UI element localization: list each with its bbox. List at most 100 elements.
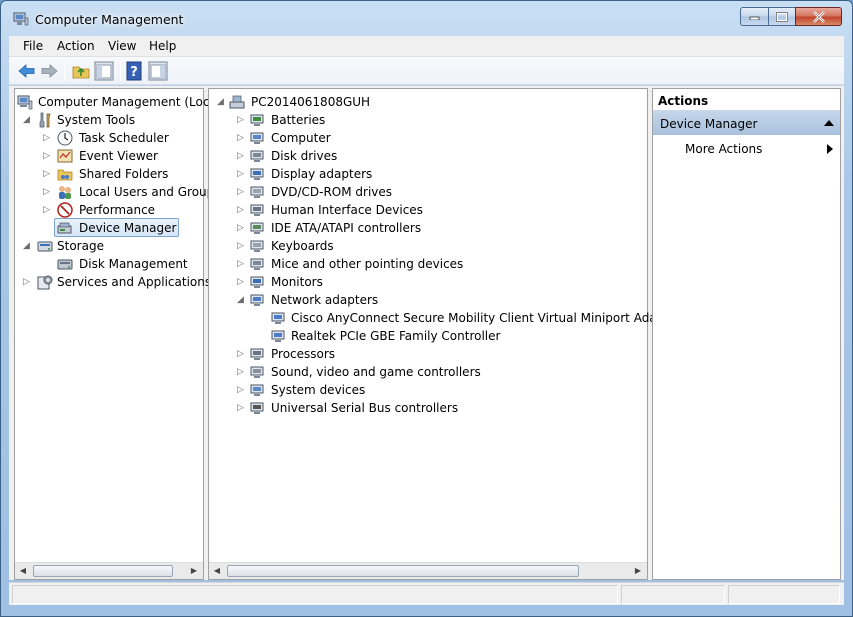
horizontal-scrollbar[interactable]: ◀ ▶ (15, 562, 203, 579)
submenu-arrow-icon[interactable] (827, 144, 833, 154)
tools-icon (39, 112, 51, 128)
window-title: Computer Management (35, 12, 184, 27)
close-button[interactable] (795, 7, 842, 26)
tree-label: Computer Management (Local (38, 95, 221, 109)
computer-icon (229, 95, 245, 109)
menu-bar: File Action View Help (9, 36, 844, 57)
tree-label: Storage (57, 239, 104, 253)
tree-label: Task Scheduler (79, 131, 169, 145)
expand-arrow-icon[interactable]: ▷ (237, 349, 246, 359)
menu-view[interactable]: View (108, 39, 136, 53)
horizontal-scrollbar[interactable]: ◀ ▶ (209, 562, 647, 579)
status-cell (621, 585, 725, 604)
device-tree-pane: ◢ PC2014061808GUH ▷ Batteries ▷ Computer ▷ Di… (208, 88, 697, 580)
expand-arrow-icon[interactable]: ▷ (237, 259, 246, 269)
help-icon[interactable]: ? (125, 61, 145, 81)
device-label: System devices (271, 383, 366, 397)
device-label: DVD/CD-ROM drives (271, 185, 393, 199)
scroll-thumb[interactable] (227, 565, 579, 577)
computer-name: PC2014061808GUH (251, 95, 371, 109)
event-viewer-icon (57, 149, 73, 163)
collapse-up-icon[interactable] (824, 120, 834, 126)
collapse-arrow-icon[interactable]: ◢ (23, 241, 32, 251)
device-label: IDE ATA/ATAPI controllers (271, 221, 422, 235)
expand-arrow-icon[interactable]: ▷ (237, 205, 246, 215)
back-arrow-icon[interactable] (17, 61, 37, 81)
tree-label: Disk Management (79, 257, 188, 271)
ide-controller-icon (250, 222, 264, 234)
expand-arrow-icon[interactable]: ▷ (237, 223, 246, 233)
sound-icon (250, 366, 264, 378)
expand-arrow-icon[interactable]: ▷ (43, 133, 52, 143)
device-label: Display adapters (271, 167, 373, 181)
computer-icon (250, 132, 264, 144)
scroll-left-icon[interactable]: ◀ (18, 566, 28, 576)
device-label: Mice and other pointing devices (271, 257, 464, 271)
tree-label: Services and Applications (57, 275, 212, 289)
menu-file[interactable]: File (23, 39, 43, 53)
tree-label: Device Manager (79, 221, 177, 235)
expand-arrow-icon[interactable]: ▷ (237, 277, 246, 287)
device-label: Batteries (271, 113, 326, 127)
mouse-icon (250, 258, 264, 270)
more-actions-item[interactable]: More Actions (685, 142, 762, 156)
device-label: Cisco AnyConnect Secure Mobility Client … (291, 311, 697, 325)
expand-arrow-icon[interactable]: ▷ (237, 151, 246, 161)
expand-arrow-icon[interactable]: ▷ (23, 277, 32, 287)
actions-group-device-manager[interactable]: Device Manager (653, 111, 840, 135)
expand-arrow-icon[interactable]: ▷ (237, 169, 246, 179)
display-adapter-icon (250, 168, 264, 180)
device-label: Computer (271, 131, 331, 145)
scroll-right-icon[interactable]: ▶ (633, 566, 643, 576)
expand-arrow-icon[interactable]: ▷ (237, 133, 246, 143)
scroll-right-icon[interactable]: ▶ (189, 566, 199, 576)
battery-icon (250, 114, 264, 126)
expand-arrow-icon[interactable]: ▷ (237, 241, 246, 251)
expand-arrow-icon[interactable]: ▷ (43, 187, 52, 197)
device-label: Processors (271, 347, 336, 361)
expand-arrow-icon[interactable]: ▷ (237, 187, 246, 197)
title-bar[interactable]: Computer Management (1, 1, 852, 35)
dvd-drive-icon (250, 186, 264, 198)
toolbar-separator (120, 61, 121, 81)
expand-arrow-icon[interactable]: ▷ (237, 385, 246, 395)
device-manager-icon (57, 222, 72, 234)
toolbar: ? (9, 57, 844, 85)
monitor-icon (250, 276, 264, 288)
expand-arrow-icon[interactable]: ▷ (43, 169, 52, 179)
keyboard-icon (250, 240, 264, 252)
processor-icon (250, 348, 264, 360)
maximize-icon (776, 11, 788, 22)
collapse-arrow-icon[interactable]: ◢ (23, 115, 32, 125)
minimize-button[interactable] (740, 7, 769, 26)
maximize-button[interactable] (768, 7, 796, 26)
collapse-arrow-icon[interactable]: ◢ (237, 295, 246, 305)
show-hide-action-pane-icon[interactable] (148, 61, 168, 81)
collapse-arrow-icon[interactable]: ◢ (217, 97, 226, 107)
hid-icon (250, 204, 264, 216)
menu-help[interactable]: Help (149, 39, 176, 53)
computer-management-window: Computer Management File Action View Hel… (0, 0, 853, 617)
up-folder-icon[interactable] (71, 61, 91, 81)
expand-arrow-icon[interactable]: ▷ (237, 367, 246, 377)
menu-action[interactable]: Action (57, 39, 95, 53)
scroll-thumb[interactable] (33, 565, 173, 577)
expand-arrow-icon[interactable]: ▷ (43, 151, 52, 161)
device-label: Sound, video and game controllers (271, 365, 481, 379)
toolbar-separator (64, 61, 65, 81)
expand-arrow-icon[interactable]: ▷ (43, 205, 52, 215)
forward-arrow-icon[interactable] (39, 61, 59, 81)
svg-text:?: ? (130, 65, 138, 80)
storage-icon (37, 241, 53, 252)
system-devices-icon (250, 384, 264, 396)
expand-arrow-icon[interactable]: ▷ (237, 403, 246, 413)
device-label: Network adapters (271, 293, 379, 307)
shared-folder-icon (57, 169, 73, 181)
minimize-icon (749, 16, 759, 20)
device-label: Realtek PCIe GBE Family Controller (291, 329, 501, 343)
users-icon (59, 186, 71, 199)
disk-drive-icon (250, 150, 264, 162)
show-hide-tree-icon[interactable] (94, 61, 114, 81)
scroll-left-icon[interactable]: ◀ (212, 566, 222, 576)
expand-arrow-icon[interactable]: ▷ (237, 115, 246, 125)
